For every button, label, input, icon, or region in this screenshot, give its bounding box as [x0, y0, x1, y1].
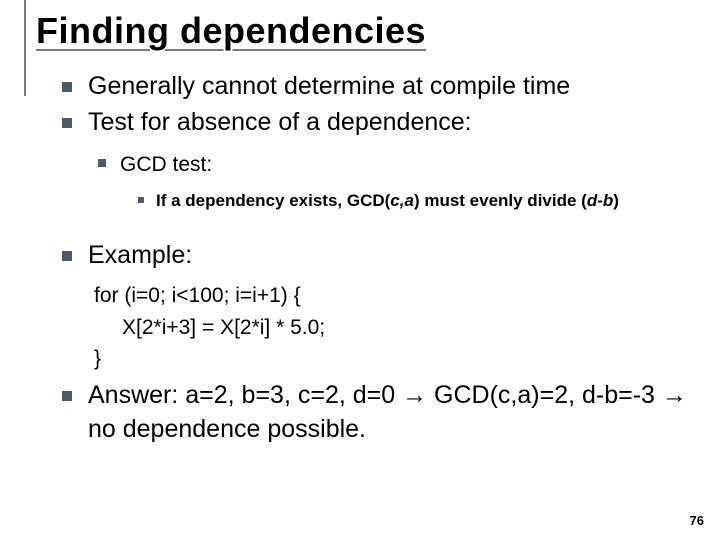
var-ca: c,a [390, 191, 414, 210]
bullet-2-sub: GCD test: If a dependency exists, GCD(c,… [98, 150, 690, 213]
square-bullet-icon [138, 197, 144, 203]
bullet-3-text: Example: [88, 241, 192, 269]
bullet-4: Answer: a=2, b=3, c=2, d=0 → GCD(c,a)=2,… [62, 379, 690, 447]
bullet-1-text: Generally cannot determine at compile ti… [88, 72, 570, 100]
title-area: Finding dependencies [0, 0, 720, 52]
code-line-1: for (i=0; i<100; i=i+1) { [94, 280, 690, 312]
bullet-2-sub-text: GCD test: [120, 153, 212, 176]
txt: ) must evenly divide ( [414, 191, 587, 210]
bullet-2-text: Test for absence of a dependence: [88, 108, 472, 136]
square-bullet-icon [62, 391, 72, 401]
bullet-3: Example: for (i=0; i<100; i=i+1) { X[2*i… [62, 239, 690, 375]
gcd-statement: If a dependency exists, GCD(c,a) must ev… [156, 191, 619, 210]
slide-title: Finding dependencies [36, 10, 720, 52]
bullet-4-text: Answer: a=2, b=3, c=2, d=0 → GCD(c,a)=2,… [88, 381, 687, 443]
page-number: 76 [690, 513, 704, 528]
var-db: d-b [587, 191, 613, 210]
square-bullet-icon [98, 159, 106, 167]
slide-body: Generally cannot determine at compile ti… [0, 52, 720, 446]
bullet-list-level1: Generally cannot determine at compile ti… [62, 70, 690, 446]
txt: If a dependency exists, GCD( [156, 191, 390, 210]
code-example: for (i=0; i<100; i=i+1) { X[2*i+3] = X[2… [94, 280, 690, 375]
bullet-1: Generally cannot determine at compile ti… [62, 70, 690, 104]
bullet-2-sub-sub: If a dependency exists, GCD(c,a) must ev… [138, 189, 690, 213]
square-bullet-icon [62, 82, 72, 92]
code-line-2: X[2*i+3] = X[2*i] * 5.0; [94, 312, 690, 344]
code-line-3: } [94, 343, 690, 375]
slide: Finding dependencies Generally cannot de… [0, 0, 720, 540]
txt: ) [613, 191, 619, 210]
bullet-list-level3: If a dependency exists, GCD(c,a) must ev… [120, 189, 690, 213]
bullet-2: Test for absence of a dependence: GCD te… [62, 106, 690, 213]
square-bullet-icon [62, 118, 72, 128]
bullet-list-level2: GCD test: If a dependency exists, GCD(c,… [88, 150, 690, 213]
square-bullet-icon [62, 251, 72, 261]
